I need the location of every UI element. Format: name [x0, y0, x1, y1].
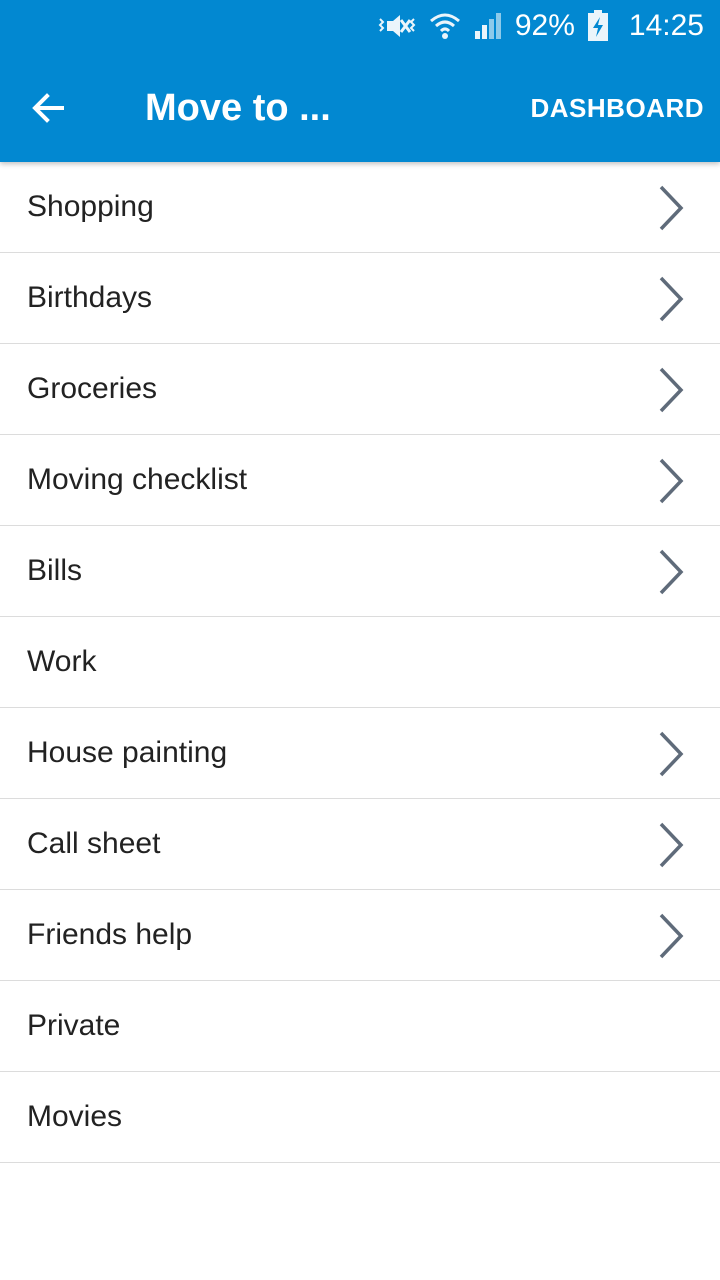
list-item[interactable]: Groceries [0, 344, 720, 435]
list-item-label: Friends help [27, 918, 193, 951]
list-item-label: Call sheet [27, 827, 161, 860]
dashboard-button[interactable]: DASHBOARD [531, 88, 705, 128]
list-item[interactable]: House painting [0, 708, 720, 799]
list-item-label: Private [27, 1009, 121, 1042]
list-item[interactable]: Friends help [0, 890, 720, 981]
list-item-label: Movies [27, 1100, 123, 1133]
list-item[interactable]: Call sheet [0, 799, 720, 890]
chevron-right-icon[interactable] [656, 548, 686, 596]
page-title: Move to ... [145, 87, 331, 129]
chevron-right-icon[interactable] [656, 912, 686, 960]
wifi-icon [429, 11, 461, 41]
chevron-right-icon[interactable] [656, 821, 686, 869]
list-item[interactable]: Movies [0, 1072, 720, 1163]
list-item-label: Moving checklist [27, 463, 248, 496]
chevron-right-icon[interactable] [656, 275, 686, 323]
list-item-label: Bills [27, 554, 83, 587]
list-container: Shopping Birthdays Groceries Moving checkli… [0, 162, 720, 1163]
clock: 14:25 [628, 9, 704, 42]
back-button[interactable] [20, 80, 76, 136]
list-item[interactable]: Moving checklist [0, 435, 720, 526]
toolbar: Move to ... DASHBOARD [0, 54, 720, 162]
list-item-label: Birthdays [27, 281, 153, 314]
list-item[interactable]: Work [0, 617, 720, 708]
list-item[interactable]: Shopping [0, 162, 720, 253]
list-item-label: Shopping [27, 190, 154, 223]
list-item[interactable]: Private [0, 981, 720, 1072]
battery-percent: 92% [514, 9, 575, 42]
list-item[interactable]: Bills [0, 526, 720, 617]
list-item-label: Work [27, 645, 97, 678]
app-bar: 92% 14:25 Move to ... DASHBOARD [0, 0, 720, 162]
arrow-back-icon [32, 93, 64, 123]
list-item-label: House painting [27, 736, 228, 769]
list-item[interactable]: Birthdays [0, 253, 720, 344]
status-bar: 92% 14:25 [0, 0, 720, 54]
chevron-right-icon[interactable] [656, 457, 686, 505]
battery-charging-icon [587, 10, 609, 42]
signal-icon [473, 11, 503, 41]
list-item-label: Groceries [27, 372, 158, 405]
chevron-right-icon[interactable] [656, 184, 686, 232]
vibrate-mute-icon [377, 11, 417, 41]
chevron-right-icon[interactable] [656, 366, 686, 414]
status-icons: 92% 14:25 [377, 8, 704, 44]
chevron-right-icon[interactable] [656, 730, 686, 778]
